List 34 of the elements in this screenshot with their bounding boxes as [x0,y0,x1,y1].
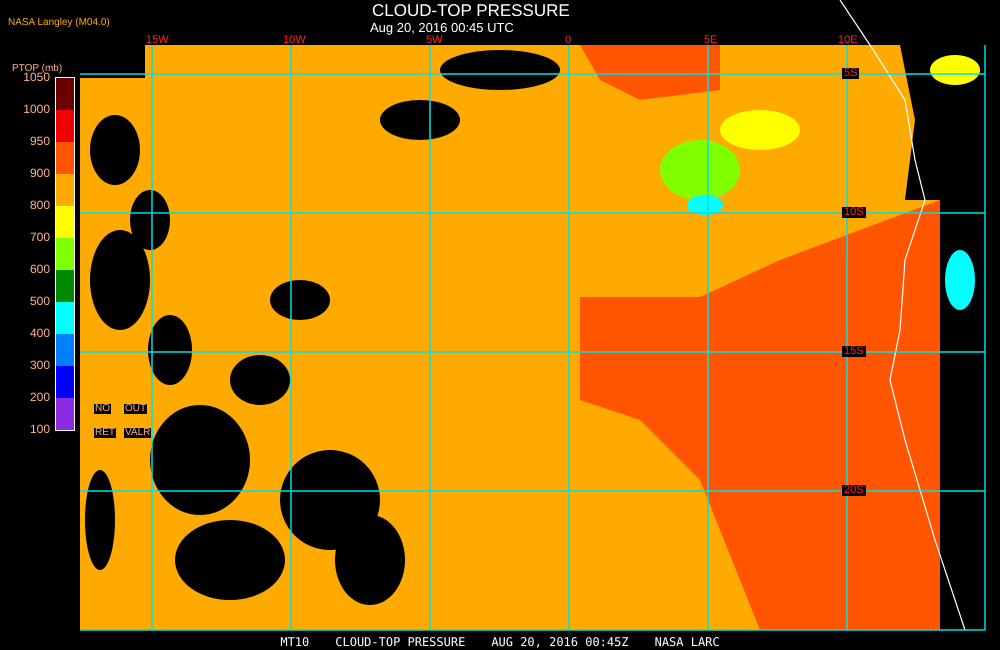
colorbar-tick-label: 900 [28,167,50,179]
longitude-label: 10W [283,35,306,46]
longitude-label: 5E [704,35,718,46]
footer-caption: CLOUD-TOP PRESSURE [335,636,466,648]
latitude-label: 15S [842,346,866,357]
credit-label: NASA Langley (M04.0) [8,18,110,28]
longitude-label: 10E [838,35,858,46]
footer-caption: MT10 [280,636,310,648]
latitude-label: 20S [842,485,866,496]
legend-note: OUT [124,404,148,414]
colorbar-tick-label: 500 [28,295,50,307]
colorbar-tick-label: 300 [28,359,50,371]
latitude-label: 10S [842,207,866,218]
colorbar-title: PTOP (mb) [12,64,62,74]
colorbar-tick-label: 1050 [23,71,50,83]
colorbar-tick-label: 200 [28,391,50,403]
longitude-label: 15W [146,35,169,46]
colorbar-tick-label: 400 [28,327,50,339]
map-timestamp: Aug 20, 2016 00:45 UTC [370,21,514,34]
legend-note: NO [94,404,111,414]
legend-note: RET [94,428,116,438]
colorbar-tick-label: 800 [28,199,50,211]
colorbar-tick-label: 700 [28,231,50,243]
colorbar-tick-label: 950 [28,135,50,147]
colorbar-tick-label: 1000 [22,103,50,115]
colorbar-tick-label: 600 [28,263,50,275]
footer-caption: NASA LARC [654,636,720,648]
map-title: CLOUD-TOP PRESSURE [372,2,570,19]
footer-caption: AUG 20, 2016 00:45Z [491,636,629,648]
colorbar-tick-label: 100 [28,423,50,435]
latitude-label: 5S [842,68,860,79]
legend-note: VALR [124,428,152,438]
longitude-label: 5W [426,35,442,46]
longitude-label: 0 [565,35,572,46]
